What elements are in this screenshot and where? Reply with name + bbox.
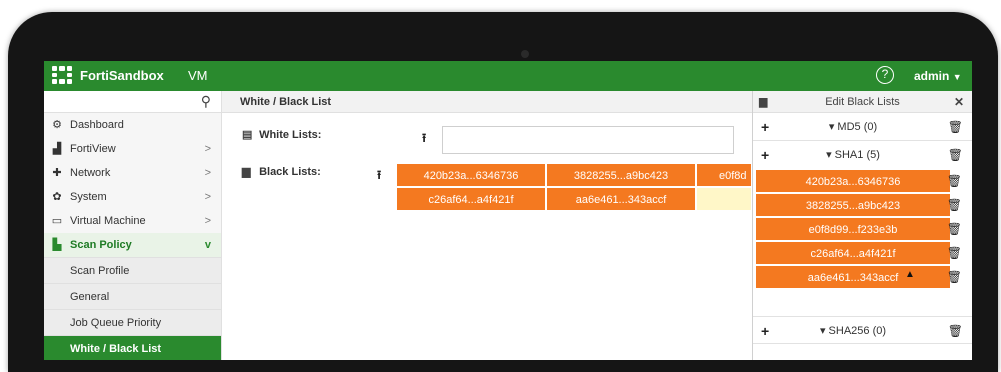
page-title: White / Black List (222, 91, 752, 113)
sidebar-subitem-white-black-list[interactable]: White / Black List (44, 335, 221, 360)
black-list-tag[interactable]: c26af64...a4f421f (396, 187, 546, 211)
sidebar-item-label: Dashboard (70, 119, 124, 131)
sidebar-search[interactable]: ⚲ (44, 91, 221, 113)
sidebar-item-dashboard[interactable]: ⚙ Dashboard (44, 113, 221, 137)
top-bar: FortiSandbox VM ? admin ▼ (44, 61, 972, 91)
sidebar-subitem-label: General (70, 291, 110, 303)
app-edition: VM (188, 68, 208, 83)
black-list-tag[interactable]: 420b23a...6346736 (396, 163, 546, 187)
black-list-empty-slot (696, 187, 752, 211)
trash-icon[interactable]: 🗑 (947, 246, 962, 260)
dashboard-icon: ⚙ (52, 119, 62, 131)
upload-icon[interactable]: ⭱ (377, 166, 381, 187)
sidebar-item-network[interactable]: ✚ Network > (44, 161, 221, 185)
white-list-input[interactable] (442, 126, 734, 154)
black-list-tag[interactable]: 3828255...a9bc423 (546, 163, 696, 187)
search-icon[interactable]: ⚲ (201, 93, 211, 110)
group-toggle[interactable]: ▾ MD5 (0) (753, 113, 953, 141)
trash-icon[interactable]: 🗑 (948, 317, 963, 345)
mouse-cursor-icon: ▲ (905, 269, 915, 280)
group-name: MD5 (0) (837, 121, 878, 133)
black-list-tag[interactable]: e0f8d (696, 163, 752, 187)
sidebar-item-fortiview[interactable]: ▟ FortiView > (44, 137, 221, 161)
camera (521, 50, 529, 58)
user-menu[interactable]: admin ▼ (914, 69, 962, 83)
black-list-tag[interactable]: aa6e461...343accf (546, 187, 696, 211)
group-name: SHA256 (0) (828, 325, 887, 337)
user-name: admin (914, 69, 950, 83)
network-icon: ✚ (52, 167, 62, 179)
monitor-icon: ▭ (51, 215, 63, 227)
group-sha256: + ▾ SHA256 (0) 🗑 (753, 316, 972, 344)
upload-icon[interactable]: ⭱ (422, 129, 426, 150)
trash-icon[interactable]: 🗑 (947, 174, 962, 188)
file-icon: ▤ (242, 129, 253, 141)
sidebar-item-virtual-machine[interactable]: ▭ Virtual Machine > (44, 209, 221, 233)
file-icon: ▆ (759, 96, 768, 108)
screen: FortiSandbox VM ? admin ▼ ⚲ ⚙ Dashboard … (44, 61, 972, 360)
group-name: SHA1 (5) (834, 149, 880, 161)
sidebar-subitem-label: Scan Profile (70, 265, 130, 277)
sidebar-subitem-job-queue-priority[interactable]: Job Queue Priority (44, 309, 221, 335)
sha1-item[interactable]: c26af64...a4f421f (755, 241, 951, 265)
sidebar-item-label: Scan Policy (70, 239, 132, 251)
sha1-item[interactable]: aa6e461...343accf (755, 265, 951, 289)
trash-icon[interactable]: 🗑 (947, 270, 962, 284)
edit-black-lists-panel: ▆ Edit Black Lists ✕ + ▾ MD5 (0) 🗑 + ▾ S… (752, 91, 972, 360)
panel-header: ▆ Edit Black Lists ✕ (753, 91, 972, 113)
fortinet-logo-icon (52, 66, 72, 84)
sidebar-subitem-label: Job Queue Priority (70, 317, 162, 329)
chevron-right-icon: > (204, 143, 211, 155)
gear-icon: ✿ (52, 191, 62, 203)
group-toggle[interactable]: ▾ SHA1 (5) (753, 141, 953, 169)
sidebar-item-label: System (70, 191, 107, 203)
trash-icon[interactable]: 🗑 (947, 198, 962, 212)
sidebar-item-label: Network (70, 167, 111, 179)
black-list-label: ▆ Black Lists: (242, 166, 321, 178)
help-icon[interactable]: ? (876, 66, 894, 84)
panel-title: Edit Black Lists (825, 96, 900, 108)
chevron-right-icon: > (204, 215, 211, 227)
sidebar-item-scan-policy[interactable]: ▙ Scan Policy v (44, 233, 221, 257)
trash-icon[interactable]: 🗑 (947, 222, 962, 236)
file-icon: ▆ (242, 166, 251, 178)
sha1-item[interactable]: 420b23a...6346736 (755, 169, 951, 193)
chevron-right-icon: > (204, 191, 211, 203)
sha1-item[interactable]: 3828255...a9bc423 (755, 193, 951, 217)
sidebar-subitem-label: White / Black List (70, 343, 162, 355)
scan-policy-icon: ▙ (52, 239, 62, 251)
main-content: White / Black List ▤ White Lists: ⭱ ▆ Bl… (222, 91, 752, 360)
sidebar-item-system[interactable]: ✿ System > (44, 185, 221, 209)
chevron-right-icon: > (204, 167, 211, 179)
group-md5: + ▾ MD5 (0) 🗑 (753, 113, 972, 141)
close-icon[interactable]: ✕ (954, 91, 964, 113)
sidebar-subitem-scan-profile[interactable]: Scan Profile (44, 257, 221, 283)
sidebar-item-label: Virtual Machine (70, 215, 146, 227)
sha1-item[interactable]: e0f8d99...f233e3b (755, 217, 951, 241)
fortiview-icon: ▟ (52, 143, 62, 155)
trash-icon[interactable]: 🗑 (948, 141, 963, 169)
sidebar-subitem-general[interactable]: General (44, 283, 221, 309)
caret-down-icon: ▼ (952, 72, 962, 82)
white-list-label: ▤ White Lists: (242, 129, 322, 141)
group-sha1: + ▾ SHA1 (5) 🗑 (753, 141, 972, 169)
group-toggle[interactable]: ▾ SHA256 (0) (753, 317, 953, 345)
trash-icon[interactable]: 🗑 (948, 113, 963, 141)
sidebar-item-label: FortiView (70, 143, 116, 155)
chevron-down-icon: v (204, 239, 211, 251)
sidebar: ⚲ ⚙ Dashboard ▟ FortiView > ✚ Network > … (44, 91, 222, 360)
app-name: FortiSandbox (80, 68, 164, 83)
